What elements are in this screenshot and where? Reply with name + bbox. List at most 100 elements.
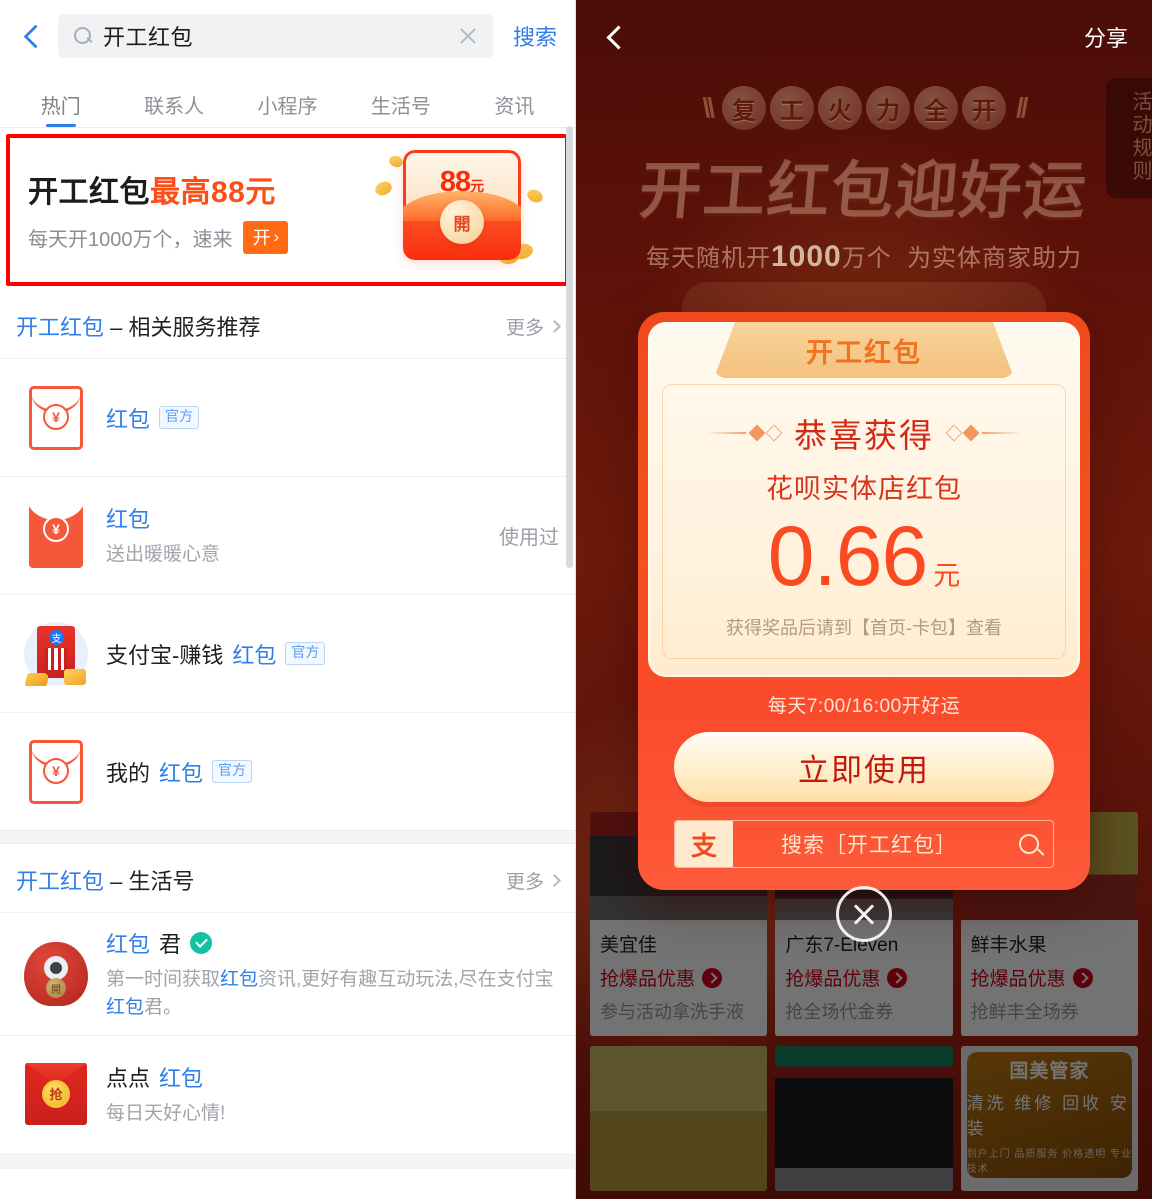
- status-badge: 官方: [285, 642, 326, 665]
- list-item-title-pre: 我的: [106, 760, 151, 786]
- merchant-deal[interactable]: 抢爆品优惠: [971, 964, 1128, 991]
- more-life-link[interactable]: 更多: [506, 867, 561, 894]
- list-item[interactable]: 抢 点点 红包 每日天好心情!: [0, 1035, 575, 1154]
- hero-pill: 开: [962, 86, 1006, 130]
- merchant-card[interactable]: [775, 1046, 953, 1191]
- list-item-subtitle: 送出暖暖心意: [106, 544, 221, 566]
- section-title-keyword: 开工红包: [16, 315, 105, 340]
- prize-modal-inner: 开工红包 恭喜获得 花呗实体店红包 0.66 元 获得奖品后请到【首页-卡包】查…: [648, 322, 1080, 678]
- time-note: 每天7:00/16:00开好运: [767, 696, 961, 718]
- dot-red-packet-icon: 抢: [24, 1062, 88, 1127]
- search-hint-text: 搜索［开工红包］: [781, 834, 957, 858]
- close-icon[interactable]: [836, 886, 892, 942]
- prize-frame: 恭喜获得 花呗实体店红包 0.66 元 获得奖品后请到【首页-卡包】查看: [662, 384, 1066, 660]
- search-icon: [1005, 821, 1053, 867]
- list-item-title: 红包 官方: [106, 402, 559, 434]
- hero-sub-mid: 万个: [841, 245, 892, 272]
- scrollbar[interactable]: [566, 126, 573, 568]
- merchant-deal[interactable]: 抢爆品优惠: [785, 964, 942, 991]
- promo-title: 开工红包最高88元: [28, 167, 359, 211]
- prize-amount: 0.66 元: [673, 512, 1055, 600]
- merchant-deal-label: 抢爆品优惠: [970, 969, 1066, 990]
- list-item-title-keyword: 红包: [106, 932, 151, 957]
- list-item-title: 红包君: [106, 927, 559, 959]
- decorative-slash-icon: \\: [702, 92, 715, 123]
- tab-life-accounts[interactable]: 生活号: [344, 90, 457, 127]
- list-item[interactable]: 開 红包君 第一时间获取红包资讯,更好有趣互动玩法,尽在支付宝红包君。: [0, 912, 575, 1036]
- list-item-title-pre: 点点: [106, 1066, 151, 1092]
- chevron-right-circle-icon: [702, 967, 723, 988]
- list-item-body: 我的 红包 官方: [106, 756, 559, 788]
- envelope-open-char: 開: [453, 214, 471, 234]
- tab-contacts[interactable]: 联系人: [117, 90, 230, 127]
- subtitle-keyword-2: 红包: [106, 996, 145, 1018]
- list-item-body: 红包 送出暖暖心意: [106, 502, 471, 569]
- promo-title-highlight: 最高88元: [150, 175, 276, 209]
- campaign-hero: \\ 复 工 火 力 全 开 // 开工红包迎好运 每天随机开1000万个 为实…: [576, 74, 1152, 274]
- list-item-title-keyword: 红包: [232, 642, 277, 668]
- list-item[interactable]: ¥ 红包 官方: [0, 358, 575, 476]
- ornament-left-icon: [706, 424, 783, 442]
- mascot-avatar-icon: 開: [24, 942, 88, 1007]
- section-header-services: 开工红包 – 相关服务推荐 更多: [0, 290, 575, 358]
- alipay-earn-packet-icon: 支: [24, 621, 88, 686]
- search-submit-button[interactable]: 搜索: [503, 20, 561, 52]
- prize-amount-number: 0.66: [767, 509, 928, 603]
- clear-icon[interactable]: [457, 25, 479, 47]
- hero-sub-number: 1000: [770, 240, 842, 273]
- subtitle-keyword-1: 红包: [220, 969, 259, 990]
- list-item-title-pre: 支付宝-赚钱: [106, 642, 224, 668]
- chevron-right-icon: [548, 873, 561, 887]
- gold-coin-icon: [387, 154, 405, 169]
- merchant-name: 鲜丰水果: [970, 935, 1047, 956]
- envelope-amount: 88元: [403, 166, 521, 199]
- merchant-deal[interactable]: 抢爆品优惠: [600, 964, 757, 991]
- use-now-button[interactable]: 立即使用: [674, 732, 1054, 803]
- promo-subtitle-row: 每天开1000万个，速来 开 ›: [28, 220, 359, 254]
- hero-pill: 复: [722, 86, 766, 130]
- search-input[interactable]: 开工红包: [58, 14, 493, 58]
- list-item-body: 支付宝-赚钱 红包 官方: [106, 638, 559, 670]
- share-button[interactable]: 分享: [1084, 21, 1128, 53]
- list-item-body: 红包 官方: [106, 402, 559, 434]
- modal-ribbon-label: 开工红包: [806, 337, 922, 368]
- search-query-text: 开工红包: [103, 25, 194, 50]
- list-item-subtitle: 每日天好心情!: [106, 1103, 226, 1125]
- ornament-right-icon: [945, 424, 1022, 442]
- list-item-title: 红包: [106, 502, 471, 534]
- tab-hot[interactable]: 热门: [4, 90, 117, 127]
- tab-miniprograms[interactable]: 小程序: [231, 90, 344, 127]
- merchant-name: 美宜佳: [600, 935, 658, 956]
- search-hint-bar[interactable]: 支 搜索［开工红包］: [674, 820, 1054, 869]
- list-item-body: 红包君 第一时间获取红包资讯,更好有趣互动玩法,尽在支付宝红包君。: [106, 927, 559, 1021]
- merchant-card[interactable]: 国美管家 清洗 维修 回收 安装 到户上门 品质服务 价格透明 专业技术: [960, 1046, 1138, 1191]
- promo-open-button[interactable]: 开 ›: [242, 220, 289, 254]
- back-chevron-icon[interactable]: [18, 21, 48, 51]
- tab-news[interactable]: 资讯: [458, 90, 571, 127]
- more-services-link[interactable]: 更多: [505, 313, 561, 340]
- list-item-title-keyword: 红包: [159, 760, 204, 786]
- section-divider: [0, 830, 575, 844]
- subtitle-part-3: 君。: [144, 996, 183, 1018]
- activity-rules-tab[interactable]: 活动规则: [1106, 78, 1152, 198]
- merchant-body: 美宜佳 抢爆品优惠 参与活动拿洗手液: [590, 920, 768, 1036]
- chevron-right-icon: ›: [273, 227, 280, 246]
- gold-coin-icon: [373, 179, 394, 198]
- back-chevron-icon[interactable]: [602, 23, 630, 51]
- page-title: 开工红包迎好运: [636, 157, 1091, 226]
- congrats-row: 恭喜获得: [673, 409, 1055, 457]
- merchant-services: 清洗 维修 回收 安装: [966, 1093, 1130, 1138]
- list-item[interactable]: ¥ 我的 红包 官方: [0, 712, 575, 830]
- merchant-description: 抢全场代金券: [785, 1002, 894, 1022]
- list-item[interactable]: ¥ 红包 送出暖暖心意 使用过: [0, 476, 575, 594]
- more-label: 更多: [505, 317, 544, 339]
- list-item[interactable]: 支 支付宝-赚钱 红包 官方: [0, 594, 575, 712]
- app-screen: 开工红包 搜索 热门 联系人 小程序 生活号 资讯 开工红包最高88元 每天开1…: [0, 0, 1152, 1199]
- merchant-card[interactable]: [590, 1046, 768, 1191]
- modal-ribbon: 开工红包: [714, 322, 1014, 378]
- alipay-logo-icon: 支: [675, 821, 733, 868]
- merchant-body: 鲜丰水果 抢爆品优惠 抢鲜丰全场券: [960, 920, 1138, 1036]
- promo-banner[interactable]: 开工红包最高88元 每天开1000万个，速来 开 › 88元 開: [6, 134, 569, 286]
- hero-pill-row: \\ 复 工 火 力 全 开 //: [576, 86, 1152, 130]
- modal-bottom: 每天7:00/16:00开好运 立即使用 支 搜索［开工红包］: [648, 677, 1080, 869]
